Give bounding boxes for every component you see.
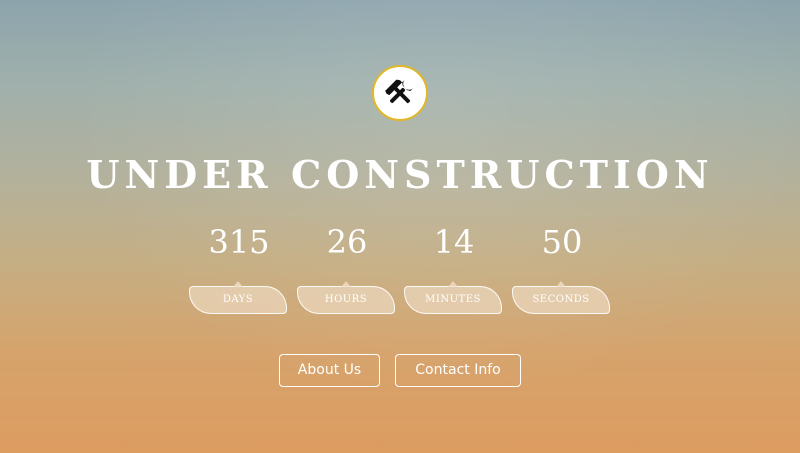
page-title: UNDER CONSTRUCTION [86,152,714,197]
countdown-minutes: 14 MINUTES [404,222,504,314]
days-value: 315 [208,223,270,261]
days-label-tab: DAYS [189,281,287,314]
hours-label: HOURS [324,294,368,305]
minutes-value: 14 [433,223,475,261]
contact-info-button[interactable]: Contact Info [395,354,521,387]
seconds-label-tab: SECONDS [512,281,610,314]
hours-value: 26 [326,223,368,261]
about-us-button[interactable]: About Us [279,354,380,387]
minutes-label-tab: MINUTES [404,281,502,314]
seconds-label: SECONDS [532,294,590,305]
minutes-label: MINUTES [425,294,481,305]
countdown-hours: 26 HOURS [297,222,397,314]
seconds-value: 50 [541,223,583,261]
hammer-wrench-icon [385,79,414,104]
countdown-days: 315 DAYS [189,222,289,314]
hours-label-tab: HOURS [297,281,395,314]
construction-logo [372,65,428,121]
days-label: DAYS [222,294,254,305]
countdown-seconds: 50 SECONDS [512,222,612,314]
